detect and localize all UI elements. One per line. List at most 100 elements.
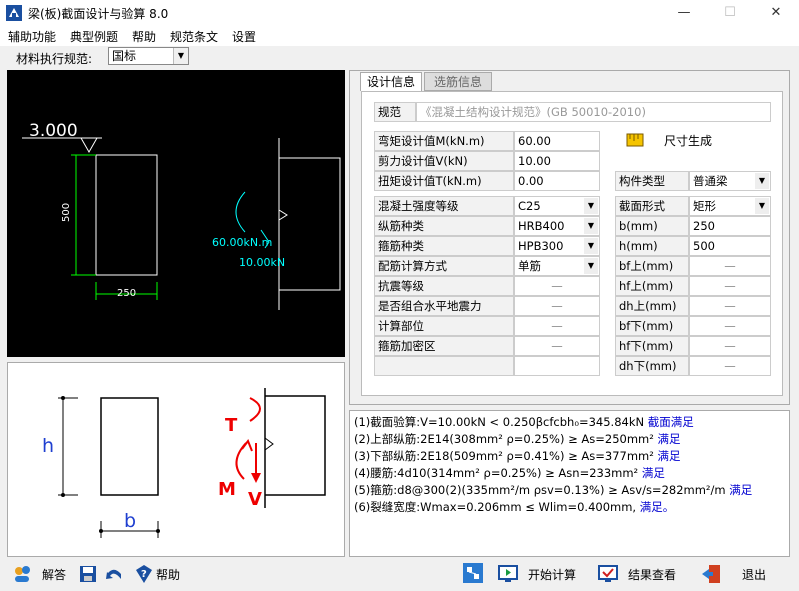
menu-examples[interactable]: 典型例题 xyxy=(70,28,118,45)
section-param-label: b(mm) xyxy=(615,216,689,236)
shear-symbol: V xyxy=(248,489,262,510)
section-param-value: — xyxy=(689,356,771,376)
close-button[interactable]: ✕ xyxy=(753,0,799,26)
elevation-label: 3.000 xyxy=(29,121,78,141)
material-code-value: 国标 xyxy=(112,49,137,63)
code-label: 规范 xyxy=(374,102,416,122)
param-label xyxy=(374,356,514,376)
view-results-button[interactable]: 结果查看 xyxy=(628,566,676,583)
moment-symbol: M xyxy=(218,479,236,500)
section-param-value-text: 矩形 xyxy=(693,199,716,213)
param-select[interactable]: HPB300 ▼ xyxy=(514,236,600,256)
param-value-text: — xyxy=(551,319,563,333)
section-param-value[interactable]: 500 xyxy=(689,236,771,256)
height-dimension-label: 500 xyxy=(61,203,72,222)
exit-door-icon[interactable] xyxy=(700,563,722,585)
exit-button[interactable]: 退出 xyxy=(742,566,766,583)
result-text: (3)下部纵筋:2E18(509mm² ρ=0.41%) ≥ As=377mm² xyxy=(354,449,658,463)
section-param-label: bf下(mm) xyxy=(615,316,689,336)
section-param-select[interactable]: 矩形 ▼ xyxy=(689,196,771,216)
section-param-label: dh上(mm) xyxy=(615,296,689,316)
load-input[interactable]: 60.00 xyxy=(514,131,600,151)
result-text: (4)腰筋:4d10(314mm² ρ=0.25%) ≥ Asn=233mm² xyxy=(354,466,642,480)
help-icon[interactable]: ? xyxy=(134,564,154,584)
result-line: (3)下部纵筋:2E18(509mm² ρ=0.41%) ≥ As=377mm²… xyxy=(354,448,785,465)
section-param-label: 截面形式 xyxy=(615,196,689,216)
load-label: 扭矩设计值T(kN.m) xyxy=(374,171,514,191)
chevron-down-icon[interactable]: ▼ xyxy=(584,198,598,214)
result-status: 满足。 xyxy=(639,500,675,514)
help-button[interactable]: 帮助 xyxy=(156,566,180,583)
section-param-label: hf上(mm) xyxy=(615,276,689,296)
result-status: 满足 xyxy=(729,483,753,497)
param-value: — xyxy=(514,276,600,296)
undo-icon[interactable] xyxy=(104,564,124,584)
result-text: (1)截面验算:V=10.00kN < 0.250βcfcbh₀=345.84k… xyxy=(354,415,648,429)
section-param-value-text: — xyxy=(724,339,736,353)
svg-text:?: ? xyxy=(141,569,147,580)
param-label: 配筋计算方式 xyxy=(374,256,514,276)
param-value-text: — xyxy=(551,279,563,293)
section-param-value: — xyxy=(689,336,771,356)
solve-button[interactable]: 解答 xyxy=(42,566,66,583)
member-type-select[interactable]: 普通梁 ▼ xyxy=(689,171,771,191)
section-param-value-text: 250 xyxy=(693,219,715,233)
chevron-down-icon[interactable]: ▼ xyxy=(584,238,598,254)
result-text: (5)箍筋:d8@300(2)(335mm²/m ρsv=0.13%) ≥ As… xyxy=(354,483,730,497)
network-settings-icon[interactable] xyxy=(462,562,484,584)
load-label: 剪力设计值V(kN) xyxy=(374,151,514,171)
section-param-value-text: — xyxy=(724,299,736,313)
results-panel: (1)截面验算:V=10.00kN < 0.250βcfcbh₀=345.84k… xyxy=(349,410,790,557)
chevron-down-icon[interactable]: ▼ xyxy=(755,173,769,189)
result-line: (5)箍筋:d8@300(2)(335mm²/m ρsv=0.13%) ≥ As… xyxy=(354,482,785,499)
param-select[interactable]: C25 ▼ xyxy=(514,196,600,216)
start-calculation-button[interactable]: 开始计算 xyxy=(528,566,576,583)
section-param-value-text: — xyxy=(724,319,736,333)
menu-bar xyxy=(0,26,799,46)
chevron-down-icon[interactable]: ▼ xyxy=(584,218,598,234)
size-generate-button[interactable]: 尺寸生成 xyxy=(664,132,712,149)
chevron-down-icon[interactable]: ▼ xyxy=(755,198,769,214)
schematic-drawing: h b T M V xyxy=(42,388,326,538)
menu-help[interactable]: 帮助 xyxy=(132,28,156,45)
param-label: 是否组合水平地震力 xyxy=(374,296,514,316)
maximize-button[interactable]: ☐ xyxy=(707,0,753,26)
load-input[interactable]: 10.00 xyxy=(514,151,600,171)
tab-design-info[interactable]: 设计信息 xyxy=(360,72,422,91)
result-text: (6)裂缝宽度:Wmax=0.206mm ≤ Wlim=0.400mm, xyxy=(354,500,640,514)
save-icon[interactable] xyxy=(78,564,98,584)
param-value xyxy=(514,356,600,376)
section-param-label: h(mm) xyxy=(615,236,689,256)
section-param-value: — xyxy=(689,276,771,296)
code-value: 《混凝土结构设计规范》(GB 50010-2010) xyxy=(416,102,771,122)
chevron-down-icon[interactable]: ▼ xyxy=(584,258,598,274)
menu-code-clauses[interactable]: 规范条文 xyxy=(170,28,218,45)
chevron-down-icon[interactable]: ▼ xyxy=(173,48,188,64)
param-value: — xyxy=(514,316,600,336)
param-label: 箍筋加密区 xyxy=(374,336,514,356)
material-code-select[interactable]: 国标 ▼ xyxy=(108,47,189,65)
param-value-text: HRB400 xyxy=(518,219,565,233)
section-drawing: 3.000 500 250 60.00kN.m 10.00kN xyxy=(22,121,341,310)
user-help-icon[interactable] xyxy=(12,564,32,584)
menu-aux[interactable]: 辅助功能 xyxy=(8,28,56,45)
section-param-value-text: — xyxy=(724,259,736,273)
param-select[interactable]: 单筋 ▼ xyxy=(514,256,600,276)
load-input[interactable]: 0.00 xyxy=(514,171,600,191)
ruler-icon[interactable] xyxy=(626,131,644,149)
material-code-label: 材料执行规范: xyxy=(16,52,93,66)
tab-rebar-info[interactable]: 选筋信息 xyxy=(424,72,492,91)
param-value-text: — xyxy=(551,299,563,313)
play-monitor-icon[interactable] xyxy=(498,564,518,584)
section-param-value: — xyxy=(689,296,771,316)
section-param-value-text: — xyxy=(724,359,736,373)
section-param-value[interactable]: 250 xyxy=(689,216,771,236)
minimize-button[interactable]: — xyxy=(661,0,707,26)
menu-settings[interactable]: 设置 xyxy=(232,28,256,45)
window-title: 梁(板)截面设计与验算 8.0 xyxy=(28,7,169,21)
param-select[interactable]: HRB400 ▼ xyxy=(514,216,600,236)
width-symbol: b xyxy=(124,510,136,532)
param-value: — xyxy=(514,336,600,356)
torsion-symbol: T xyxy=(225,415,238,436)
result-check-icon[interactable] xyxy=(598,564,618,584)
